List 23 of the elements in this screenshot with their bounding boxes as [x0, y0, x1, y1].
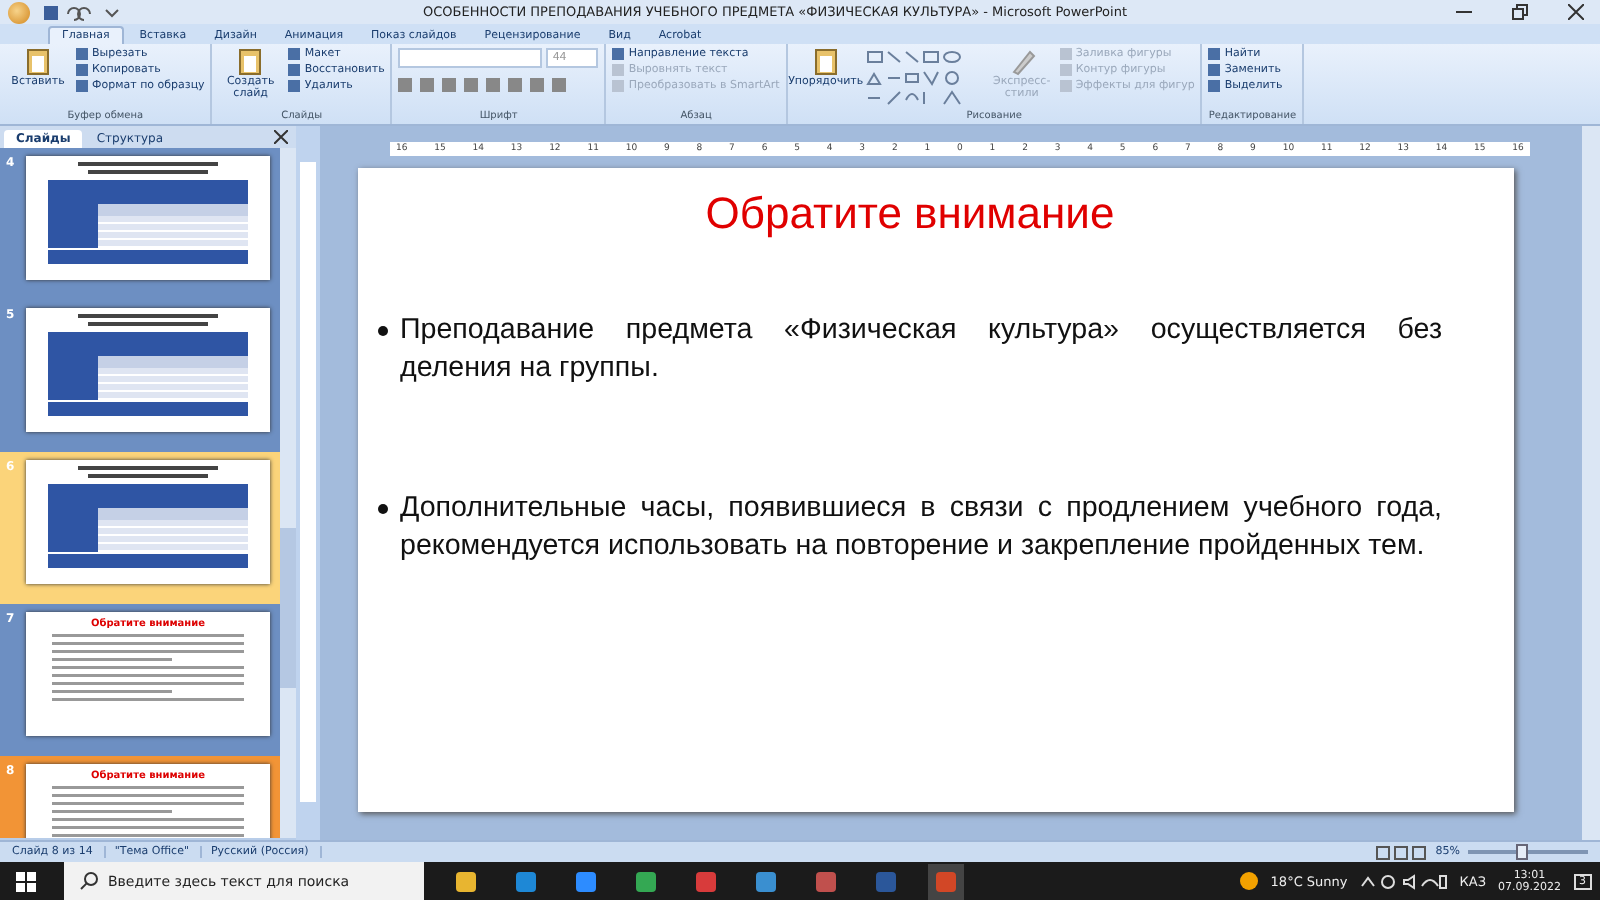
restore-icon[interactable]	[1512, 4, 1528, 20]
zoom-slider-thumb[interactable]	[1516, 844, 1528, 860]
scrollbar[interactable]	[1582, 126, 1600, 840]
tray-icons-drawing[interactable]	[1359, 873, 1448, 889]
bullet-icon	[378, 326, 388, 336]
close-icon[interactable]	[274, 130, 288, 144]
windows-logo-icon[interactable]	[16, 871, 36, 891]
bullet-text: Дополнительные часы, появившиеся в связи с продлением учебного года, рекомендуется использовать на повторение и закрепление пройденных тем.	[400, 490, 1442, 565]
bullet-icon	[378, 504, 388, 515]
view-buttons-icon[interactable]	[1375, 845, 1428, 859]
clipboard-icon	[236, 48, 265, 76]
clipboard-icon	[811, 48, 840, 76]
close-icon[interactable]	[1568, 4, 1584, 20]
font-name-field[interactable]	[398, 48, 543, 68]
search-icon	[80, 872, 98, 890]
clipboard-icon	[24, 48, 52, 76]
bullet-text: Преподавание предмета «Физическая культура» осуществляется без деления на группы.	[400, 312, 1442, 387]
slide-title: Обратите внимание	[703, 188, 1117, 240]
taskbar-app-icon[interactable]	[928, 863, 964, 899]
brush-icon	[1007, 48, 1036, 76]
quick-access-toolbar-icon[interactable]	[42, 3, 122, 21]
sun-icon	[1240, 872, 1259, 890]
scrollbar[interactable]	[280, 148, 296, 838]
